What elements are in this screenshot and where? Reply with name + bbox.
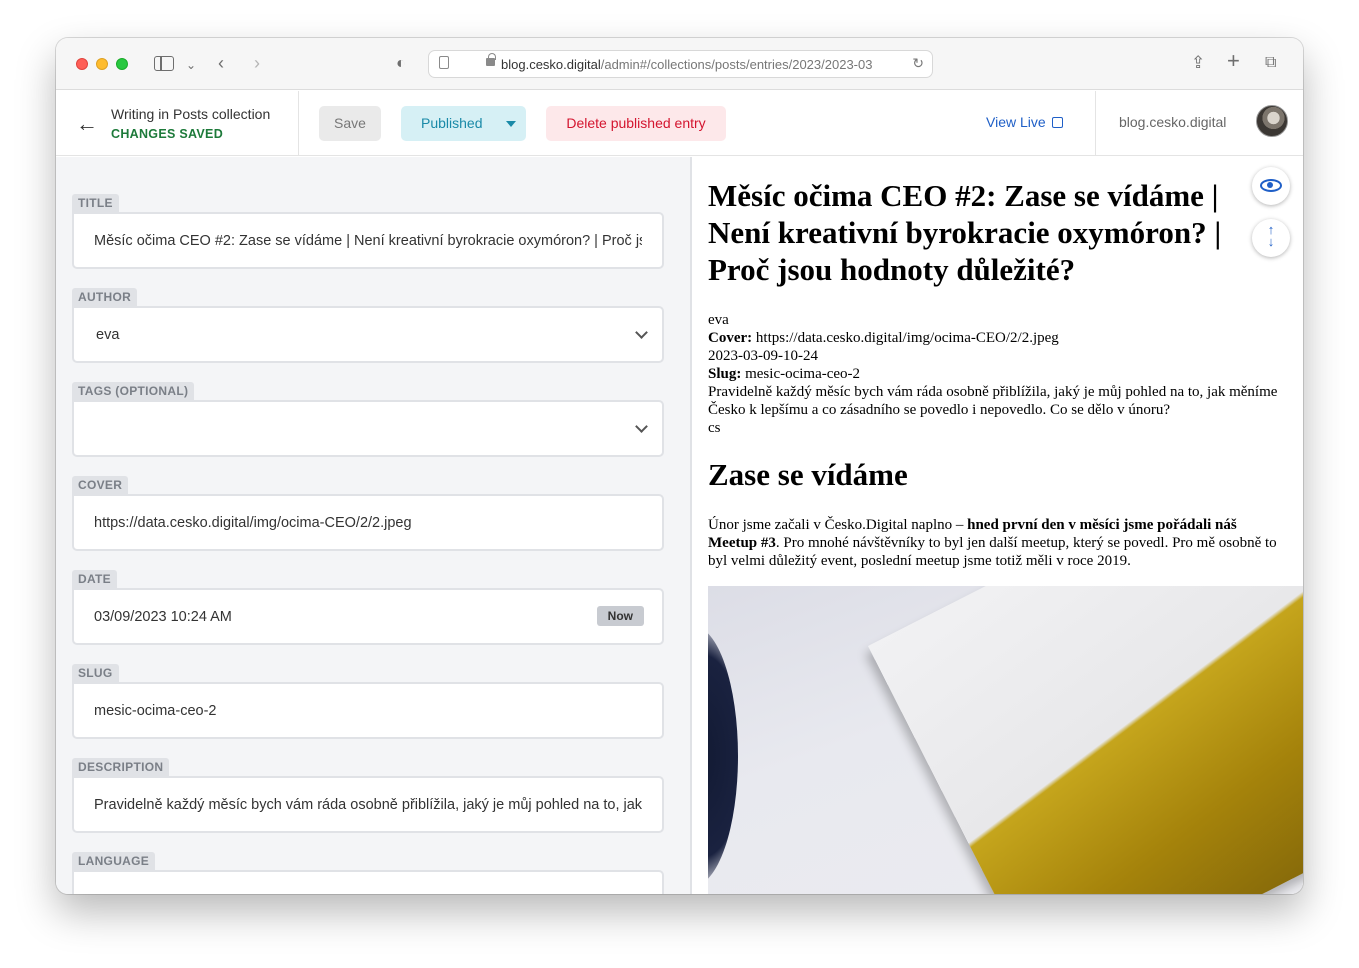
preview-cover: Cover: https://data.cesko.digital/img/oc… [708,330,1059,346]
sync-scroll-button[interactable]: ↑ ↓ [1252,219,1290,257]
lock-icon [486,53,496,66]
sidebar-toggle-icon[interactable] [154,56,174,71]
preview-slug: Slug: mesic-ocima-ceo-2 [708,366,861,382]
preview-paragraph: Únor jsme začali v Česko.Digital naplno … [708,517,1277,569]
field-label: LANGUAGE [72,852,156,870]
field-label: COVER [72,476,129,494]
reader-icon[interactable] [439,56,449,69]
view-live-link[interactable]: View Live [986,114,1063,130]
slug-input[interactable]: mesic-ocima-ceo-2 [72,682,664,739]
toggle-preview-button[interactable] [1252,167,1290,205]
tab-overview-icon[interactable]: ⧉ [1265,52,1276,74]
share-icon[interactable]: ⇪ [1191,52,1205,74]
published-label: Published [421,115,483,131]
language-field: LANGUAGE [72,852,664,894]
now-button[interactable]: Now [596,606,644,626]
cover-image [708,586,1303,894]
delete-entry-button[interactable]: Delete published entry [546,106,726,141]
save-button[interactable]: Save [319,106,381,141]
date-input[interactable]: 03/09/2023 10:24 AM Now [72,588,664,645]
field-label: DESCRIPTION [72,758,170,776]
editor-pane: TITLE Měsíc očima CEO #2: Zase se vídáme… [56,157,691,894]
browser-toolbar: ⌄ ‹ › ◐ blog.cesko.digital/admin#/collec… [56,38,1303,90]
slug-field: SLUG mesic-ocima-ceo-2 [72,664,664,739]
new-tab-icon[interactable]: + [1227,50,1240,72]
field-label: AUTHOR [72,288,138,306]
back-arrow-icon[interactable]: ← [76,111,98,137]
minimize-window-button[interactable] [96,58,108,70]
tags-select[interactable] [72,400,664,457]
cms-header: ← Writing in Posts collection CHANGES SA… [56,91,1303,156]
description-field: DESCRIPTION Pravidelně každý měsíc bych … [72,758,664,833]
preview-title: Měsíc očima CEO #2: Zase se vídáme | Nen… [708,178,1222,287]
author-select[interactable]: eva [72,306,664,363]
close-window-button[interactable] [76,58,88,70]
external-link-icon [1051,117,1063,128]
save-status: CHANGES SAVED [111,127,224,141]
cover-field: COVER https://data.cesko.digital/img/oci… [72,476,664,551]
collection-title: Writing in Posts collection [111,106,271,122]
preview-date: 2023-03-09-10-24 [708,348,818,364]
forward-nav-icon[interactable]: › [254,52,260,74]
zoom-window-button[interactable] [116,58,128,70]
published-dropdown-button[interactable]: Published [401,106,526,141]
sync-scroll-icon: ↑ ↓ [1267,222,1275,249]
preview-heading: Zase se vídáme [708,457,908,492]
browser-window: ⌄ ‹ › ◐ blog.cesko.digital/admin#/collec… [56,38,1303,894]
field-label: TITLE [72,194,119,212]
eye-icon [1260,179,1282,192]
back-nav-icon[interactable]: ‹ [218,52,224,74]
language-select[interactable] [72,870,664,894]
privacy-shield-icon[interactable]: ◐ [396,53,406,75]
title-field: TITLE Měsíc očima CEO #2: Zase se vídáme… [72,194,664,269]
title-input[interactable]: Měsíc očima CEO #2: Zase se vídáme | Nen… [72,212,664,269]
site-link[interactable]: blog.cesko.digital [1119,114,1226,130]
date-field: DATE 03/09/2023 10:24 AM Now [72,570,664,645]
url-text: blog.cesko.digital/admin#/collections/po… [501,57,873,72]
user-avatar[interactable] [1256,105,1288,137]
caret-down-icon [506,121,516,127]
preview-author: eva [708,312,729,328]
preview-description: Pravidelně každý měsíc bych vám ráda oso… [708,384,1278,418]
preview-language: cs [708,420,721,436]
preview-meta: eva Cover: https://data.cesko.digital/im… [708,311,1278,437]
tags-field: TAGS (OPTIONAL) [72,382,664,457]
description-input[interactable]: Pravidelně každý měsíc bych vám ráda oso… [72,776,664,833]
chevron-down-icon[interactable]: ⌄ [186,54,196,76]
chevron-down-icon [635,420,648,433]
field-label: DATE [72,570,117,588]
reload-icon[interactable]: ↻ [912,55,924,72]
divider [298,91,299,156]
field-label: SLUG [72,664,119,682]
divider [1095,91,1096,156]
address-bar[interactable]: blog.cesko.digital/admin#/collections/po… [428,50,933,78]
field-label: TAGS (OPTIONAL) [72,382,195,400]
preview-pane: Měsíc očima CEO #2: Zase se vídáme | Nen… [692,157,1303,894]
author-field: AUTHOR eva [72,288,664,363]
cover-input[interactable]: https://data.cesko.digital/img/ocima-CEO… [72,494,664,551]
